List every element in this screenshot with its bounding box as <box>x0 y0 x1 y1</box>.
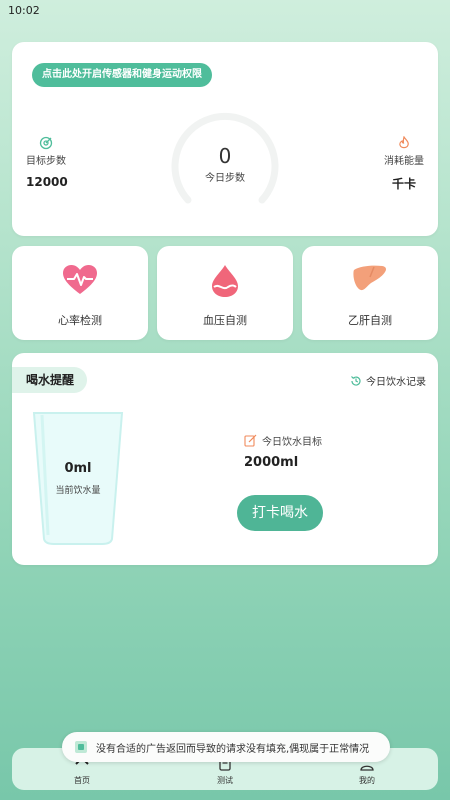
hepatitis-card[interactable]: 乙肝自测 <box>302 246 438 340</box>
water-history-link[interactable]: 今日饮水记录 <box>350 373 426 388</box>
status-time: 10:02 <box>8 4 40 17</box>
app-icon <box>75 741 87 753</box>
heart-rate-label: 心率检测 <box>58 314 102 327</box>
water-cup-icon <box>32 412 124 545</box>
steps-card: 点击此处开启传感器和健身运动权限 0 今日步数 目标步数 12000 消耗能量 … <box>12 42 438 236</box>
energy-label: 消耗能量 <box>384 156 424 167</box>
hepatitis-label: 乙肝自测 <box>348 314 392 327</box>
checkin-water-button[interactable]: 打卡喝水 <box>237 495 323 531</box>
ad-toast: 没有合适的广告返回而导致的请求没有填充,偶现属于正常情况 <box>62 732 390 762</box>
water-goal-label: 今日饮水目标 <box>262 437 322 448</box>
energy-stat: 消耗能量 千卡 <box>384 136 424 192</box>
heart-rate-card[interactable]: 心率检测 <box>12 246 148 340</box>
target-steps-stat: 目标步数 12000 <box>26 136 68 189</box>
target-icon <box>39 136 53 150</box>
nav-mine-label: 我的 <box>359 776 375 785</box>
today-steps-value: 0 <box>218 144 232 168</box>
blood-pressure-label: 血压自测 <box>203 314 247 327</box>
water-goal-row: 今日饮水目标 <box>244 433 322 448</box>
history-icon <box>351 375 361 386</box>
today-steps-label: 今日步数 <box>205 173 245 184</box>
water-goal-value: 2000ml <box>244 455 299 470</box>
flame-icon <box>399 136 409 149</box>
current-water-value: 0ml <box>64 461 92 476</box>
toast-message: 没有合适的广告返回而导致的请求没有填充,偶现属于正常情况 <box>96 743 370 755</box>
target-steps-value: 12000 <box>26 175 68 189</box>
water-reminder-title: 喝水提醒 <box>12 367 87 393</box>
nav-home-label: 首页 <box>74 776 90 785</box>
target-steps-label: 目标步数 <box>26 156 66 167</box>
current-water-label: 当前饮水量 <box>55 486 101 496</box>
water-history-label: 今日饮水记录 <box>366 377 426 388</box>
heart-rate-icon <box>63 265 97 294</box>
water-reminder-card: 喝水提醒 今日饮水记录 0ml 当前饮水量 今日饮水目标 2000ml 打卡喝水 <box>12 353 438 565</box>
blood-drop-icon <box>212 265 238 297</box>
edit-icon <box>244 434 257 447</box>
status-bar: 10:02 <box>0 0 450 22</box>
blood-pressure-card[interactable]: 血压自测 <box>157 246 293 340</box>
nav-test-label: 测试 <box>217 776 233 785</box>
energy-value: 千卡 <box>391 177 416 191</box>
permission-button[interactable]: 点击此处开启传感器和健身运动权限 <box>32 63 212 87</box>
liver-icon <box>353 265 386 291</box>
